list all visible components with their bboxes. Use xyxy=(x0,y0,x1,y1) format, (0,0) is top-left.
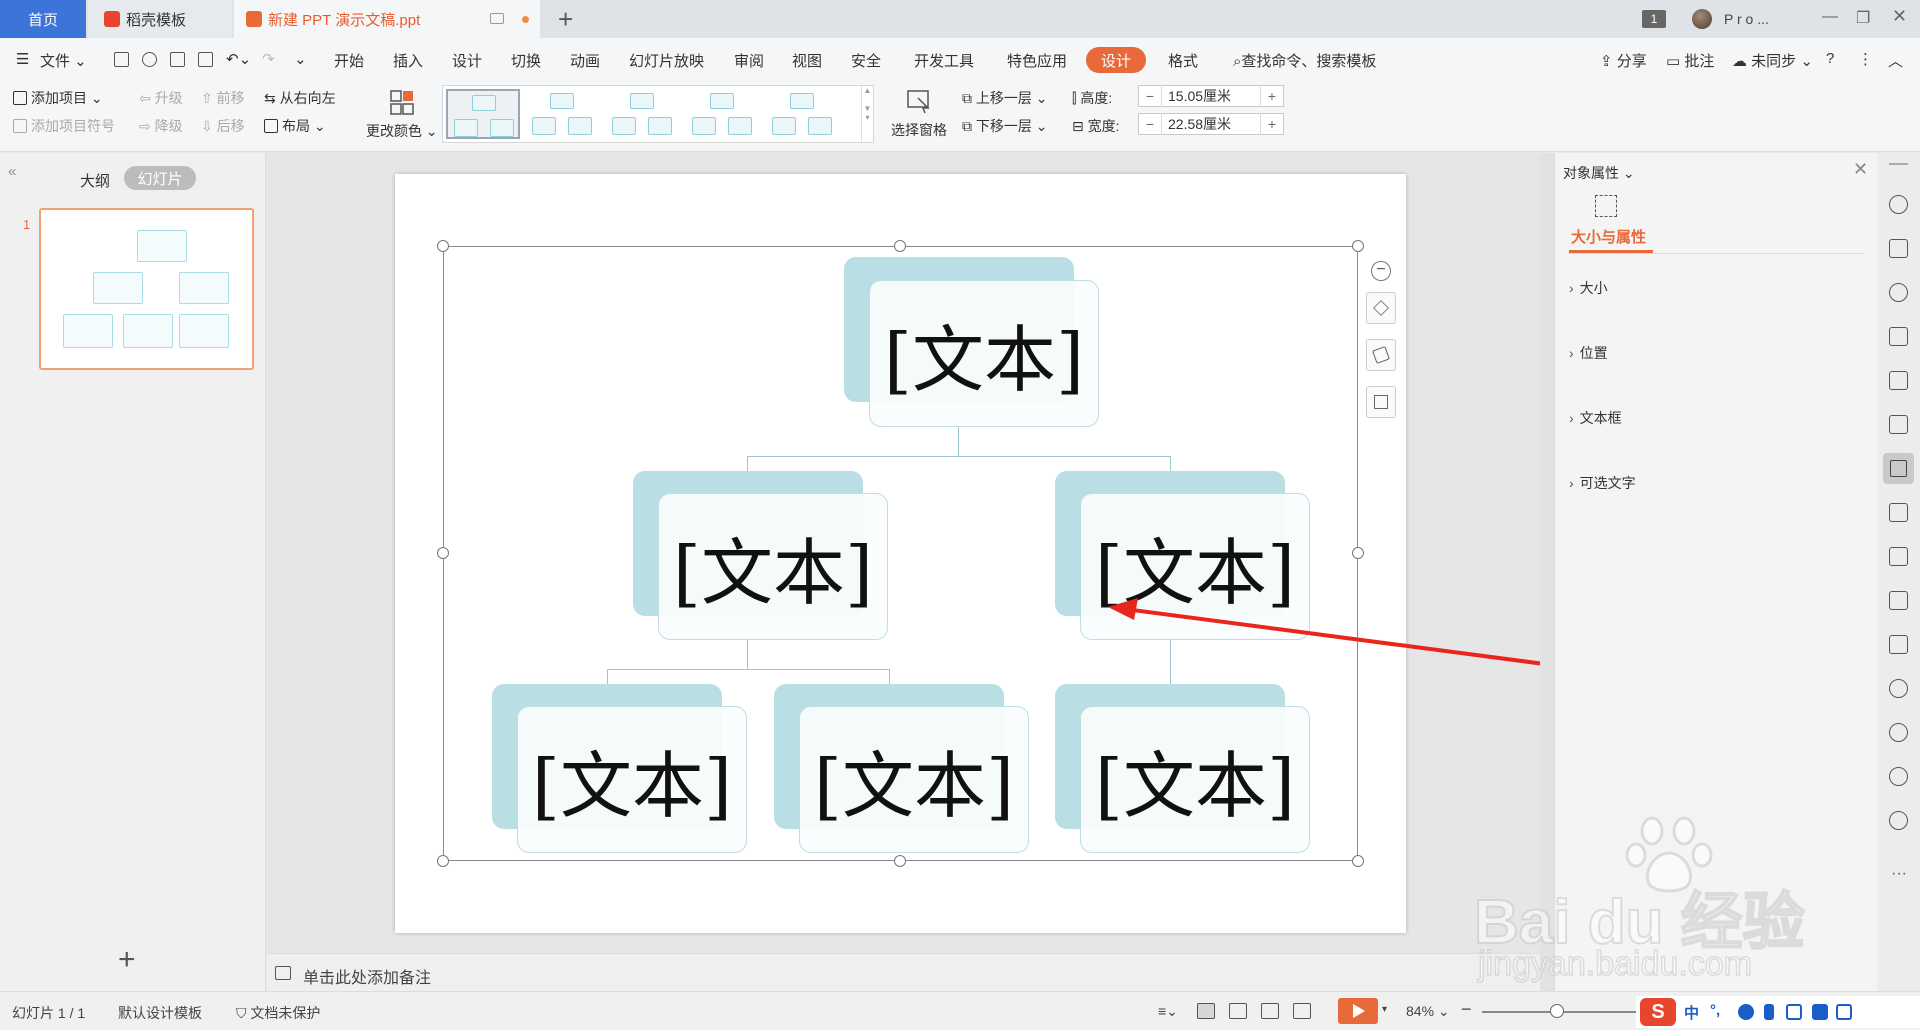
pane-scrollbar[interactable] xyxy=(1540,153,1554,991)
more-rail-icon[interactable]: ··· xyxy=(1891,865,1907,883)
protection-label: 文档未保护 xyxy=(250,1005,321,1021)
zoom-slider-thumb[interactable] xyxy=(1550,1004,1564,1018)
sogou-logo-icon[interactable]: S xyxy=(1640,998,1676,1026)
ime-toolbar: S 中 °, xyxy=(1636,996,1920,1028)
play-options-icon[interactable]: ▾ xyxy=(1382,1004,1387,1015)
normal-view-icon[interactable] xyxy=(1197,1003,1215,1019)
grid-icon[interactable] xyxy=(1889,371,1908,390)
audio-icon[interactable] xyxy=(1889,679,1908,698)
plugin-icon[interactable] xyxy=(1889,723,1908,742)
section-alt-text[interactable]: 可选文字 xyxy=(1569,473,1636,493)
ime-keyboard-icon[interactable] xyxy=(1786,1004,1802,1020)
theme-name[interactable]: 默认设计模板 xyxy=(118,1003,202,1023)
document-protection[interactable]: ⛉ 文档未保护 xyxy=(236,1003,320,1023)
rail-grip xyxy=(1889,163,1908,165)
text-effect-icon[interactable] xyxy=(1889,327,1908,346)
status-bar: 幻灯片 1 / 1 默认设计模板 ⛉ 文档未保护 ≡⌄ ▾ 84% ⌄ − S … xyxy=(0,991,1920,1030)
notes-toggle-icon[interactable]: ≡⌄ xyxy=(1158,1003,1178,1020)
size-properties-icon[interactable] xyxy=(1595,195,1617,217)
history-icon[interactable] xyxy=(1889,767,1908,786)
play-slideshow-button[interactable] xyxy=(1338,998,1378,1024)
divider xyxy=(1567,253,1865,254)
notes-icon xyxy=(275,966,291,980)
zoom-value: 84% xyxy=(1406,1003,1435,1019)
section-size[interactable]: 大小 xyxy=(1569,278,1608,298)
shield-icon: ⛉ xyxy=(236,1005,251,1021)
object-properties-title[interactable]: 对象属性 ⌄ xyxy=(1563,163,1635,183)
section-textbox[interactable]: 文本框 xyxy=(1569,408,1622,428)
star-icon[interactable] xyxy=(1889,195,1908,214)
section-position[interactable]: 位置 xyxy=(1569,343,1608,363)
export-icon[interactable] xyxy=(1889,547,1908,566)
object-properties-pane: 对象属性 ⌄ ✕ 大小与属性 大小 位置 文本框 可选文字 xyxy=(1554,153,1877,991)
slide-sorter-icon[interactable] xyxy=(1229,1003,1247,1019)
picture-icon[interactable] xyxy=(1889,635,1908,654)
presenter-view-icon[interactable] xyxy=(1293,1003,1311,1019)
help-rail-icon[interactable] xyxy=(1889,811,1908,830)
shapes-icon[interactable] xyxy=(1889,283,1908,302)
ime-tools-icon[interactable] xyxy=(1836,1004,1852,1020)
slide-counter[interactable]: 幻灯片 1 / 1 xyxy=(12,1003,85,1023)
chart-icon[interactable] xyxy=(1889,415,1908,434)
properties-icon[interactable] xyxy=(1883,453,1914,484)
close-pane-icon[interactable]: ✕ xyxy=(1853,159,1868,180)
ime-voice-icon[interactable] xyxy=(1764,1004,1774,1020)
image-search-icon[interactable] xyxy=(1889,503,1908,522)
zoom-out-button[interactable]: − xyxy=(1461,999,1472,1020)
notes-pane[interactable]: 单击此处添加备注 xyxy=(267,953,1540,991)
tab-size-properties[interactable]: 大小与属性 xyxy=(1571,226,1646,247)
notes-placeholder[interactable]: 单击此处添加备注 xyxy=(303,964,431,988)
object-properties-label: 对象属性 xyxy=(1563,165,1619,181)
archive-icon[interactable] xyxy=(1889,591,1908,610)
ime-emoji-icon[interactable] xyxy=(1738,1004,1754,1020)
reading-view-icon[interactable] xyxy=(1261,1003,1279,1019)
copy-style-icon[interactable] xyxy=(1889,239,1908,258)
ime-language[interactable]: 中 xyxy=(1684,1002,1699,1023)
right-tool-rail: ··· xyxy=(1877,153,1920,991)
ime-skin-icon[interactable] xyxy=(1812,1004,1828,1020)
ime-punctuation-icon[interactable]: °, xyxy=(1710,1002,1720,1019)
zoom-level[interactable]: 84% ⌄ xyxy=(1406,1003,1450,1020)
